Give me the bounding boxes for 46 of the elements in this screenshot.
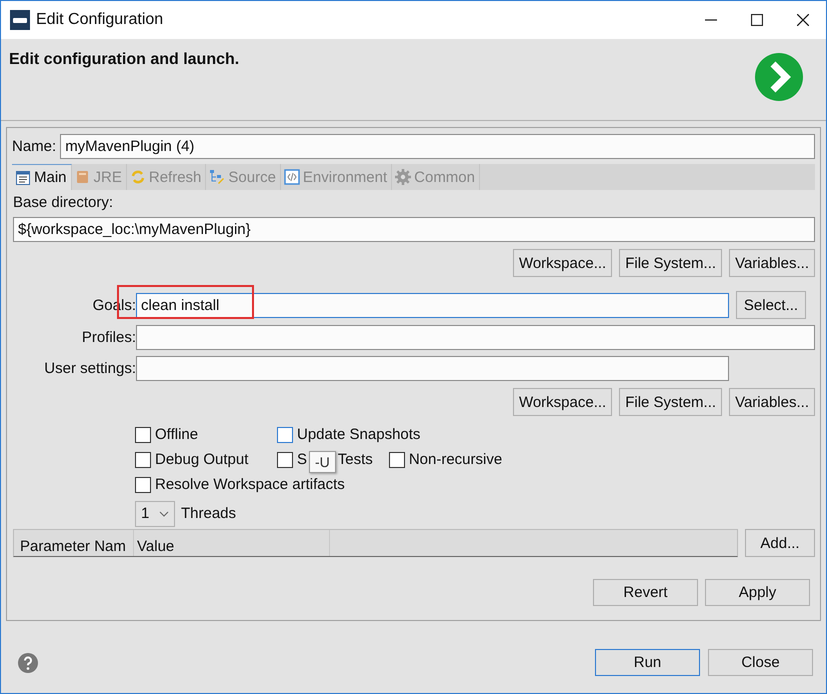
dialog-button[interactable]: Close xyxy=(708,649,813,676)
goals-field[interactable]: clean install xyxy=(136,292,729,318)
tooltip: -U xyxy=(309,450,336,472)
browse-button[interactable]: Variables... xyxy=(729,388,815,416)
profiles-field[interactable] xyxy=(136,325,815,350)
maximize-icon xyxy=(751,14,763,26)
browse-button[interactable]: File System... xyxy=(619,388,722,416)
code-icon xyxy=(284,169,300,185)
checkbox[interactable]: Debug Output xyxy=(135,451,261,468)
browse-button[interactable]: Workspace... xyxy=(512,249,612,277)
window-title: Edit Configuration xyxy=(36,11,164,29)
browse-button[interactable]: File System... xyxy=(619,249,722,277)
folder-tree-icon xyxy=(209,169,226,185)
threads-label: Threads xyxy=(181,505,236,522)
checkbox[interactable]: Update Snapshots xyxy=(277,426,420,443)
chevron-down-icon xyxy=(159,510,169,516)
base-directory-label: Base directory: xyxy=(13,194,114,213)
document-icon xyxy=(15,170,31,186)
user-settings-label: User settings: xyxy=(43,360,136,377)
select-button[interactable]: Select... xyxy=(736,291,806,319)
browse-button[interactable]: Variables... xyxy=(729,249,815,277)
dialog-button[interactable]: Run xyxy=(595,649,700,676)
refresh-icon xyxy=(130,169,146,185)
checkbox[interactable]: Resolve Workspace artifacts xyxy=(135,476,345,493)
tab[interactable]: Main xyxy=(12,164,72,190)
dialog-heading: Edit configuration and launch. xyxy=(9,51,240,69)
panel-button[interactable]: Apply xyxy=(705,579,810,606)
name-field[interactable]: myMavenPlugin (4) xyxy=(60,134,815,159)
name-label: Name: xyxy=(12,138,56,155)
threads-dropdown[interactable]: 1 xyxy=(135,500,175,526)
book-icon xyxy=(74,169,91,185)
base-directory-field[interactable]: ${workspace_loc:\myMavenPlugin} xyxy=(13,217,815,242)
checkbox[interactable]: S -U Tests xyxy=(277,448,373,470)
app-logo-icon xyxy=(10,10,30,30)
user-settings-field[interactable] xyxy=(136,356,729,381)
column-header[interactable]: Value xyxy=(134,530,330,556)
panel-button[interactable]: Revert xyxy=(593,579,698,606)
add-button[interactable]: Add... xyxy=(745,529,815,557)
checkbox[interactable]: Offline xyxy=(135,426,261,443)
checkbox[interactable]: Non-recursive xyxy=(388,451,502,468)
gear-icon xyxy=(395,169,412,185)
close-icon xyxy=(797,14,809,26)
column-header[interactable]: Parameter Nam xyxy=(14,530,134,556)
profiles-label: Profiles: xyxy=(80,329,136,346)
help-icon xyxy=(18,652,38,672)
browse-button[interactable]: Workspace... xyxy=(512,388,612,416)
